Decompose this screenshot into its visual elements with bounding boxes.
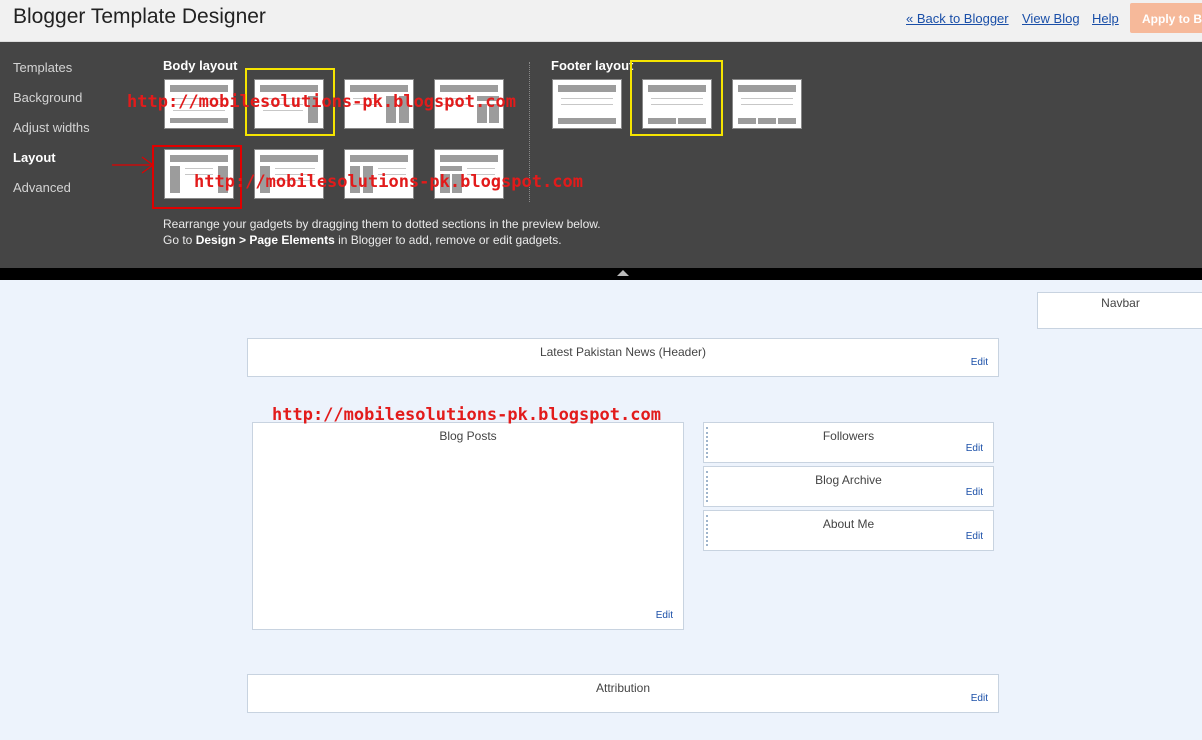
app-title: Blogger Template Designer [13,5,266,28]
navbar-gadget[interactable]: Navbar [1037,292,1202,329]
blog-posts-edit-link[interactable]: Edit [656,610,673,621]
blog-posts-title: Blog Posts [439,429,497,443]
panel-resize-bar[interactable] [0,268,1202,280]
body-layout-label: Body layout [163,58,238,73]
back-to-blogger-link[interactable]: « Back to Blogger [906,11,1009,26]
nav-adjust-widths[interactable]: Adjust widths [13,120,90,135]
attribution-title: Attribution [595,681,651,695]
attribution-gadget[interactable]: Attribution Edit [247,674,999,713]
watermark-text: http://mobilesolutions-pk.blogspot.com [127,92,516,112]
instructions-line-1: Rearrange your gadgets by dragging them … [163,217,601,231]
designer-panel: Templates Background Adjust widths Layou… [0,42,1202,268]
navbar-title: Navbar [1101,296,1140,310]
footer-layout-option-1[interactable] [552,79,622,129]
nav-templates[interactable]: Templates [13,60,72,75]
about-me-title: About Me [822,517,875,531]
header-gadget[interactable]: Latest Pakistan News (Header) Edit [247,338,999,377]
followers-edit-link[interactable]: Edit [966,443,983,454]
nav-layout[interactable]: Layout [13,150,56,165]
followers-gadget[interactable]: Followers Edit [703,422,994,463]
attribution-edit-link[interactable]: Edit [971,693,988,704]
selected-footer-layout-highlight [630,60,723,136]
watermark-text: http://mobilesolutions-pk.blogspot.com [194,172,583,192]
top-bar: Blogger Template Designer « Back to Blog… [0,0,1202,42]
footer-layout-label: Footer layout [551,58,634,73]
about-me-gadget[interactable]: About Me Edit [703,510,994,551]
nav-advanced[interactable]: Advanced [13,180,71,195]
header-edit-link[interactable]: Edit [971,357,988,368]
followers-title: Followers [822,429,875,443]
design-page-elements-text: Design > Page Elements [195,233,335,247]
help-link[interactable]: Help [1092,11,1119,26]
header-gadget-title: Latest Pakistan News (Header) [539,345,707,359]
blog-archive-gadget[interactable]: Blog Archive Edit [703,466,994,507]
footer-layout-option-3[interactable] [732,79,802,129]
blog-posts-gadget[interactable]: Blog Posts Edit [252,422,684,630]
about-me-edit-link[interactable]: Edit [966,531,983,542]
blog-archive-edit-link[interactable]: Edit [966,487,983,498]
annotation-arrow-icon [112,156,154,174]
apply-to-blog-button[interactable]: Apply to Blog [1130,3,1202,33]
collapse-caret-icon[interactable] [617,270,629,276]
blog-archive-title: Blog Archive [815,473,882,487]
view-blog-link[interactable]: View Blog [1022,11,1080,26]
watermark-text: http://mobilesolutions-pk.blogspot.com [272,405,661,425]
instructions-line-2: Go to Design > Page Elements in Blogger … [163,233,562,247]
nav-background[interactable]: Background [13,90,82,105]
